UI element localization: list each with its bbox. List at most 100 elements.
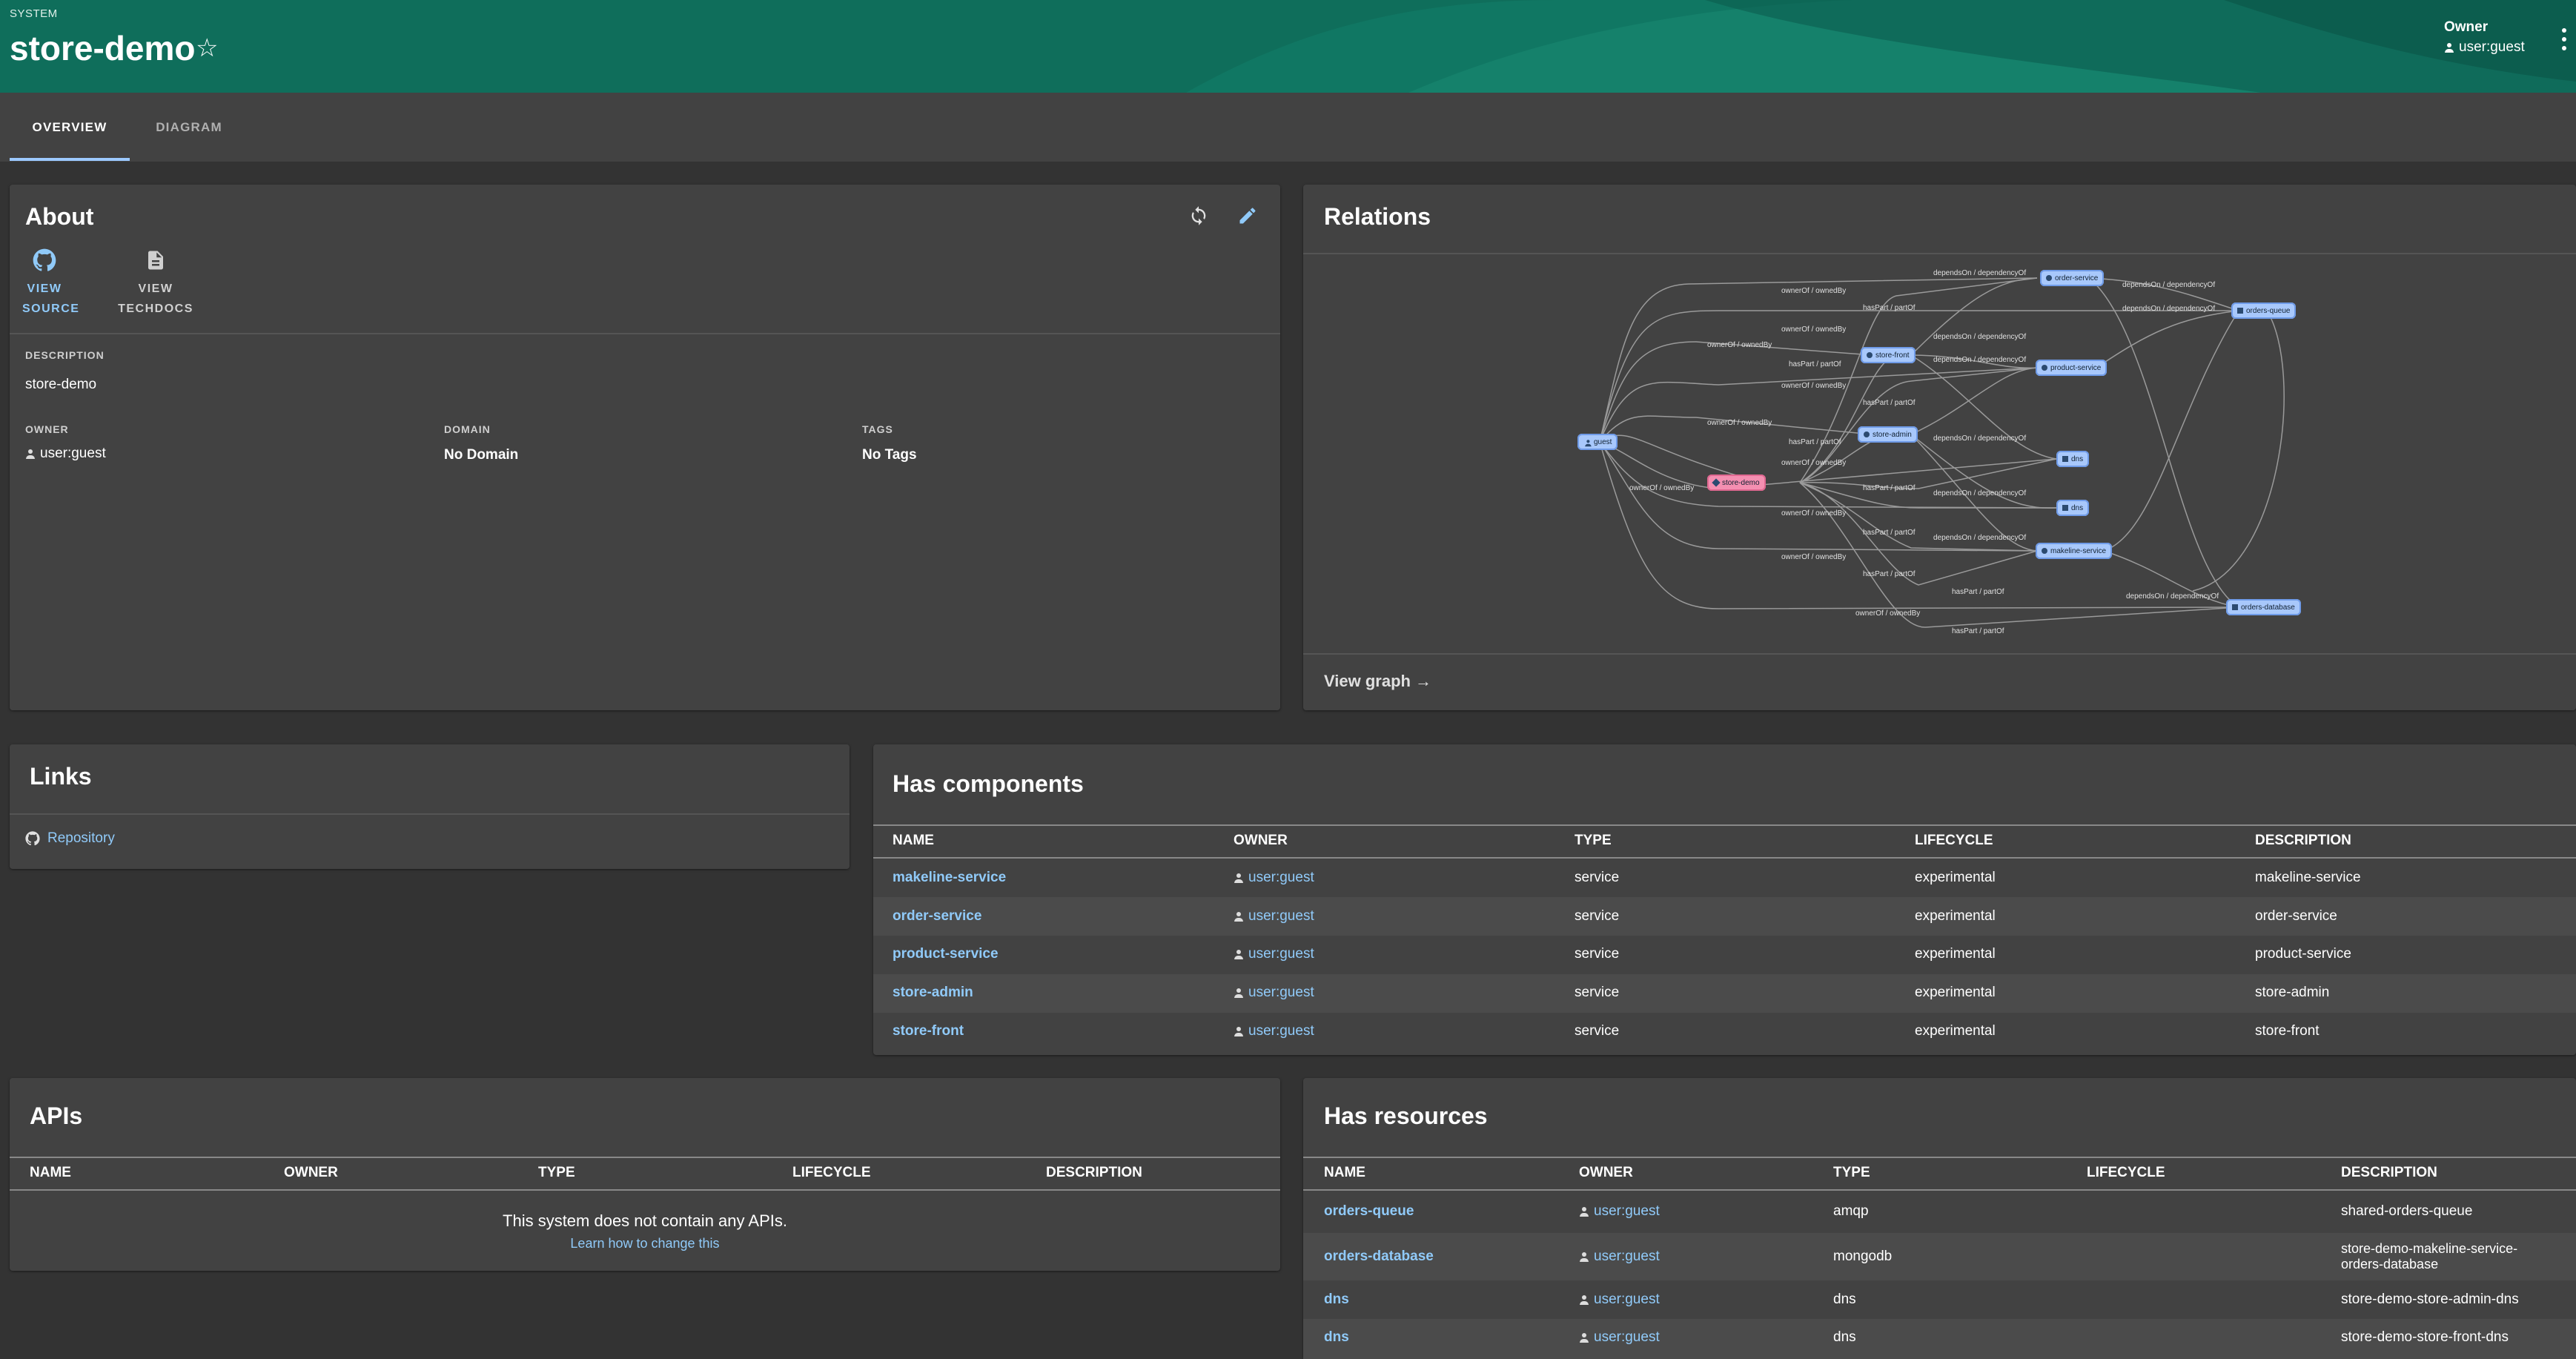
- component-type: service: [1575, 1023, 1620, 1039]
- component-owner[interactable]: user:guest: [1234, 1023, 1314, 1039]
- resources-title: Has resources: [1324, 1102, 1488, 1129]
- repository-label: Repository: [47, 830, 115, 846]
- graph-node-orders-queue[interactable]: orders-queue: [2231, 302, 2297, 319]
- component-lifecycle: experimental: [1915, 985, 1996, 1000]
- component-name[interactable]: order-service: [893, 908, 981, 925]
- learn-how-link[interactable]: Learn how to change this: [10, 1236, 1280, 1251]
- col-header-description[interactable]: DESCRIPTION: [2255, 833, 2351, 849]
- edge-label: dependsOn / dependencyOf: [1933, 269, 2027, 277]
- edge-label: dependsOn / dependencyOf: [1933, 489, 2027, 497]
- user-icon: [1234, 988, 1244, 998]
- component-description: order-service: [2255, 908, 2337, 924]
- page-title: store-demo: [10, 29, 196, 67]
- col-header-lifecycle[interactable]: LIFECYCLE: [792, 1165, 871, 1181]
- resource-name[interactable]: dns: [1324, 1329, 1349, 1346]
- component-owner[interactable]: user:guest: [1234, 985, 1314, 1001]
- components-card: Has components NAME OWNER TYPE LIFECYCLE…: [873, 744, 2576, 1055]
- resource-description: store-demo-store-admin-dns: [2341, 1292, 2519, 1307]
- col-header-name[interactable]: NAME: [1324, 1165, 1365, 1181]
- edge-label: ownerOf / ownedBy: [1855, 609, 1921, 618]
- col-header-name[interactable]: NAME: [30, 1165, 71, 1181]
- graph-node-store-admin[interactable]: store-admin: [1858, 426, 1918, 443]
- graph-node-dns-1[interactable]: dns: [2056, 451, 2090, 467]
- col-header-description[interactable]: DESCRIPTION: [1046, 1165, 1142, 1181]
- component-name[interactable]: store-front: [893, 1023, 964, 1039]
- col-header-owner[interactable]: OWNER: [1579, 1165, 1633, 1181]
- refresh-icon[interactable]: [1185, 202, 1212, 229]
- user-icon: [1234, 1026, 1244, 1036]
- view-graph-link[interactable]: View graph →: [1324, 672, 1431, 691]
- graph-node-product-service[interactable]: product-service: [2036, 360, 2108, 376]
- components-header-bottom: [873, 857, 2576, 859]
- resource-name[interactable]: orders-database: [1324, 1249, 1434, 1265]
- graph-node-order-service[interactable]: order-service: [2040, 270, 2105, 286]
- col-header-lifecycle[interactable]: LIFECYCLE: [1915, 833, 1993, 849]
- view-techdocs-button[interactable]: VIEW TECHDOCS: [107, 248, 204, 319]
- edit-icon[interactable]: [1234, 202, 1261, 229]
- view-source-label-2: SOURCE: [22, 302, 80, 315]
- resource-owner[interactable]: user:guest: [1579, 1249, 1660, 1265]
- component-lifecycle: experimental: [1915, 946, 1996, 962]
- owner-link[interactable]: user:guest: [25, 446, 106, 462]
- col-header-owner[interactable]: OWNER: [1234, 833, 1288, 849]
- component-name[interactable]: store-admin: [893, 985, 973, 1001]
- edge-label: dependsOn / dependencyOf: [2122, 305, 2216, 313]
- view-source-button[interactable]: VIEW SOURCE: [22, 248, 80, 319]
- col-header-type[interactable]: TYPE: [538, 1165, 575, 1181]
- edge-label: ownerOf / ownedBy: [1707, 419, 1772, 427]
- apis-title: APIs: [30, 1102, 83, 1129]
- resource-owner[interactable]: user:guest: [1579, 1203, 1660, 1220]
- page-header: SYSTEM store-demo ☆ Owner user:guest: [0, 0, 2576, 93]
- edge-label: hasPart / partOf: [1952, 627, 2004, 635]
- component-name[interactable]: product-service: [893, 946, 999, 962]
- resource-owner[interactable]: user:guest: [1579, 1292, 1660, 1308]
- component-type: service: [1575, 908, 1620, 924]
- component-name[interactable]: makeline-service: [893, 870, 1006, 886]
- table-row: order-service user:guest service experim…: [873, 897, 2576, 936]
- links-title: Links: [30, 763, 92, 790]
- star-icon[interactable]: ☆: [196, 36, 218, 61]
- active-tab-indicator: [10, 158, 130, 161]
- tab-overview[interactable]: OVERVIEW: [10, 93, 130, 162]
- resource-name[interactable]: dns: [1324, 1292, 1349, 1308]
- graph-node-store-front[interactable]: store-front: [1861, 347, 1916, 363]
- tab-diagram[interactable]: DIAGRAM: [133, 93, 245, 162]
- user-icon: [1579, 1332, 1589, 1343]
- component-description: product-service: [2255, 946, 2351, 962]
- col-header-name[interactable]: NAME: [893, 833, 934, 849]
- repository-link[interactable]: Repository: [25, 830, 115, 847]
- header-owner-value[interactable]: user:guest: [2444, 39, 2525, 56]
- col-header-lifecycle[interactable]: LIFECYCLE: [2087, 1165, 2165, 1181]
- components-header-divider: [873, 824, 2576, 826]
- graph-node-orders-database[interactable]: orders-database: [2226, 599, 2301, 615]
- resource-description: shared-orders-queue: [2341, 1203, 2473, 1219]
- col-header-type[interactable]: TYPE: [1833, 1165, 1870, 1181]
- component-lifecycle: experimental: [1915, 1023, 1996, 1039]
- domain-label: DOMAIN: [444, 423, 491, 435]
- component-owner[interactable]: user:guest: [1234, 946, 1314, 962]
- edge-label: ownerOf / ownedBy: [1781, 509, 1847, 518]
- user-icon: [1234, 873, 1244, 883]
- edge-label: hasPart / partOf: [1789, 360, 1841, 368]
- tags-value: No Tags: [862, 447, 917, 463]
- edge-label: dependsOn / dependencyOf: [1933, 356, 2027, 364]
- component-description: store-front: [2255, 1023, 2320, 1039]
- graph-node-dns-2[interactable]: dns: [2056, 500, 2090, 516]
- tab-bar: OVERVIEW DIAGRAM: [0, 93, 2576, 162]
- component-owner[interactable]: user:guest: [1234, 870, 1314, 886]
- header-wave-decoration: [1186, 0, 2576, 93]
- graph-node-makeline-service[interactable]: makeline-service: [2036, 543, 2113, 559]
- github-icon: [33, 248, 56, 271]
- component-owner[interactable]: user:guest: [1234, 908, 1314, 925]
- resource-owner[interactable]: user:guest: [1579, 1329, 1660, 1346]
- resource-name[interactable]: orders-queue: [1324, 1203, 1414, 1220]
- more-options-icon[interactable]: [2559, 28, 2569, 50]
- graph-node-guest[interactable]: guest: [1577, 434, 1618, 450]
- col-header-type[interactable]: TYPE: [1575, 833, 1612, 849]
- col-header-description[interactable]: DESCRIPTION: [2341, 1165, 2437, 1181]
- col-header-owner[interactable]: OWNER: [284, 1165, 338, 1181]
- table-row: dns user:guest dns store-demo-store-admi…: [1303, 1280, 2576, 1319]
- apis-header-bottom: [10, 1189, 1280, 1191]
- edge-label: hasPart / partOf: [1863, 529, 1916, 537]
- graph-node-store-demo[interactable]: store-demo: [1707, 475, 1766, 491]
